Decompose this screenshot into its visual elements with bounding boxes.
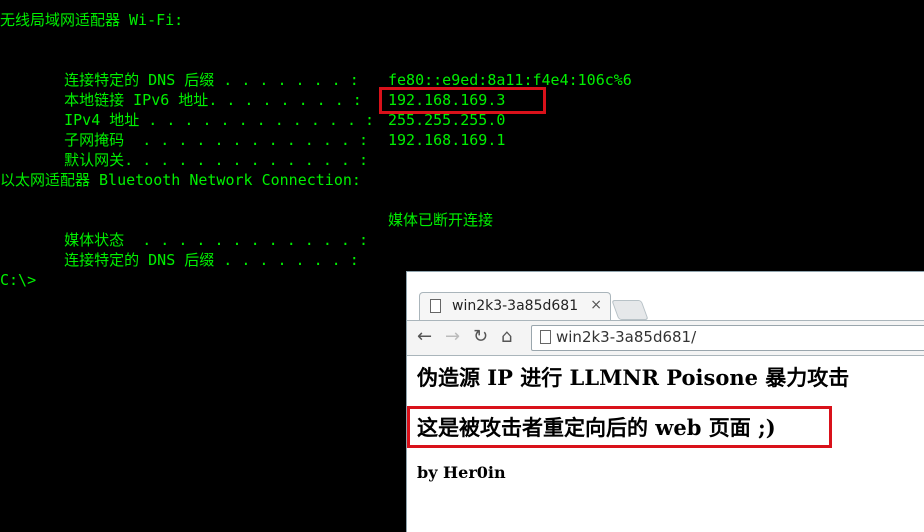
tab-title: win2k3-3a85d681	[452, 298, 579, 314]
wifi-dns-suffix-row: 连接特定的 DNS 后缀 . . . . . . . :	[28, 50, 359, 89]
command-prompt[interactable]: C:\>	[0, 270, 36, 290]
page-icon	[540, 330, 551, 344]
ethernet-adapter-header: 以太网适配器 Bluetooth Network Connection:	[0, 171, 361, 189]
page-icon	[430, 299, 441, 313]
address-text[interactable]: win2k3-3a85d681/	[556, 328, 696, 346]
wifi-ipv6-row: 本地链接 IPv6 地址. . . . . . . . :	[28, 70, 362, 109]
ipv4-highlight-box	[379, 87, 546, 114]
browser-toolbar: ← → ↻ ⌂ win2k3-3a85d681/	[407, 320, 924, 356]
row-label: 连接特定的 DNS 后缀	[64, 251, 215, 269]
eth-media-state-row: 媒体状态 . . . . . . . . . . . . :	[28, 210, 368, 249]
back-arrow-icon[interactable]: ←	[417, 327, 432, 347]
wifi-gateway-row: 默认网关. . . . . . . . . . . . . :	[28, 130, 368, 169]
close-tab-icon[interactable]: ×	[590, 297, 602, 313]
gateway-value: 192.168.169.1	[388, 131, 506, 149]
forward-arrow-icon[interactable]: →	[445, 327, 460, 347]
row-dots: . . . . . . . . . . . . . :	[124, 151, 368, 169]
media-state-value: 媒体已断开连接	[388, 211, 494, 229]
row-label: 默认网关	[64, 151, 125, 169]
browser-window: win2k3-3a85d681 × ← → ↻ ⌂ win2k3-3a85d68…	[406, 271, 924, 532]
home-icon[interactable]: ⌂	[501, 327, 512, 347]
row-dots: . . . . . . . :	[214, 251, 359, 269]
page-heading: 伪造源 IP 进行 LLMNR Poisone 暴力攻击	[417, 365, 850, 390]
page-author: by Her0in	[417, 463, 506, 482]
wifi-adapter-header: 无线局域网适配器 Wi-Fi:	[0, 11, 184, 29]
new-tab-button[interactable]	[611, 300, 649, 320]
message-highlight-box	[407, 406, 832, 448]
eth-dns-suffix-row: 连接特定的 DNS 后缀 . . . . . . . :	[28, 230, 359, 269]
tab-strip: win2k3-3a85d681 ×	[407, 272, 924, 321]
browser-tab[interactable]: win2k3-3a85d681 ×	[419, 292, 611, 321]
reload-icon[interactable]: ↻	[473, 327, 488, 347]
wifi-subnet-row: 子网掩码 . . . . . . . . . . . . :	[28, 110, 368, 149]
address-bar[interactable]: win2k3-3a85d681/	[531, 325, 924, 351]
wifi-ipv4-row: IPv4 地址 . . . . . . . . . . . . :	[28, 90, 374, 129]
